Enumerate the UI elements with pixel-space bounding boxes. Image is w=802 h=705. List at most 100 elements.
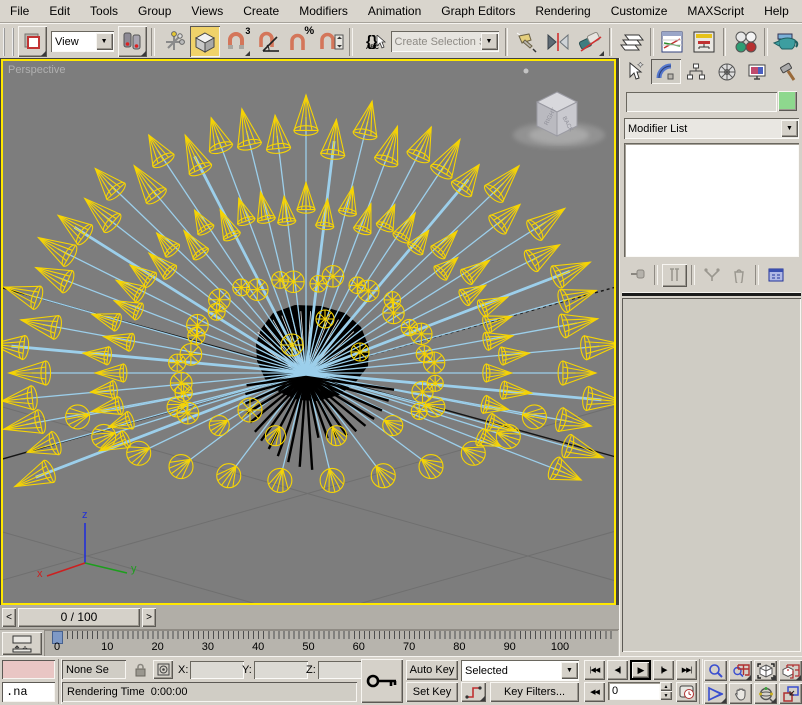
snap-toggle-3d-button[interactable]: 3 <box>222 26 251 57</box>
object-name-field[interactable] <box>626 92 777 112</box>
menu-item-customize[interactable]: Customize <box>601 1 678 22</box>
key-mode-toggle-button[interactable]: ◀◀ <box>584 682 605 702</box>
render-scene-button[interactable] <box>772 26 801 57</box>
select-and-scale-button[interactable] <box>18 26 47 57</box>
key-mode-dropdown[interactable]: Selected ▼ <box>461 660 579 681</box>
next-frame-arrow-button[interactable]: > <box>142 608 156 627</box>
prompt-line: Rendering Time 0:00:00 <box>62 682 357 702</box>
zoom-extents-button[interactable] <box>754 660 777 681</box>
perspective-viewport[interactable]: RIGHTBACKzxy Perspective <box>1 59 616 605</box>
menu-item-tools[interactable]: Tools <box>80 1 128 22</box>
svg-text:z: z <box>82 509 88 521</box>
x-coordinate-group: X: <box>178 660 244 679</box>
reference-coordinate-system-dropdown[interactable]: View ▼ <box>51 31 114 52</box>
tab-modify[interactable] <box>651 59 682 84</box>
menu-item-file[interactable]: File <box>0 1 39 22</box>
panel-splitter[interactable] <box>622 292 801 296</box>
x-coordinate-field[interactable] <box>190 661 244 679</box>
previous-frame-button[interactable]: ◀|| <box>607 660 628 680</box>
tab-create[interactable] <box>620 59 651 84</box>
y-coordinate-field[interactable] <box>254 661 308 679</box>
frame-spinner[interactable]: ▲ ▼ <box>660 682 672 700</box>
show-end-result-button[interactable] <box>662 264 687 287</box>
absolute-mode-transform-toggle[interactable] <box>153 660 173 679</box>
go-to-end-button[interactable]: ▶▶| <box>676 660 697 680</box>
auto-key-button[interactable]: Auto Key <box>406 660 458 680</box>
set-keys-button[interactable] <box>361 659 403 703</box>
curve-editor-button[interactable] <box>658 26 687 57</box>
default-tangents-button[interactable] <box>461 682 486 702</box>
zoom-extents-all-button[interactable] <box>779 660 802 681</box>
ruler-label-50: 50 <box>302 641 314 653</box>
tab-motion[interactable] <box>712 59 743 84</box>
x-label: X: <box>178 664 188 676</box>
menu-item-modifiers[interactable]: Modifiers <box>289 1 358 22</box>
angle-snap-toggle-button[interactable] <box>253 26 282 57</box>
select-and-manipulate-button[interactable] <box>159 26 188 57</box>
set-key-button[interactable]: Set Key <box>406 682 458 702</box>
tab-hierarchy[interactable] <box>681 59 712 84</box>
snaps-toggle-button[interactable] <box>190 26 219 57</box>
track-bar-ruler[interactable]: 0102030405060708090100 <box>44 630 618 657</box>
key-filters-button[interactable]: Key Filters... <box>490 682 579 702</box>
play-button[interactable]: ▶ <box>630 660 651 680</box>
maxscript-mini-listener[interactable]: .na <box>2 682 55 702</box>
key-mode-value: Selected <box>461 665 561 677</box>
object-color-swatch[interactable] <box>778 91 797 111</box>
menu-item-group[interactable]: Group <box>128 1 181 22</box>
remove-modifier-button[interactable] <box>726 264 751 287</box>
menu-item-create[interactable]: Create <box>233 1 289 22</box>
open-mini-curve-editor-button[interactable] <box>2 632 42 655</box>
menu-item-help[interactable]: Help <box>754 1 799 22</box>
utilities-tab-icon <box>778 62 798 82</box>
time-configuration-button[interactable] <box>676 682 697 702</box>
time-slider-handle[interactable]: 0 / 100 <box>18 608 140 627</box>
make-unique-button[interactable] <box>699 264 724 287</box>
zoom-all-button[interactable] <box>729 660 752 681</box>
field-of-view-button[interactable] <box>704 683 727 704</box>
zoom-button[interactable] <box>704 660 727 681</box>
min-max-toggle-button[interactable] <box>779 683 802 704</box>
spinner-up-icon[interactable]: ▲ <box>660 682 672 691</box>
configure-modifier-sets-button[interactable] <box>763 264 788 287</box>
menu-item-maxscript[interactable]: MAXScript <box>677 1 754 22</box>
3ds-max-window: FileEditToolsGroupViewsCreateModifiersAn… <box>0 0 802 705</box>
named-selection-set-dropdown[interactable]: Create Selection Set ▼ <box>391 31 499 52</box>
maxscript-mini-listener-macro[interactable] <box>2 660 55 679</box>
percent-snap-toggle-button[interactable]: % <box>284 26 313 57</box>
layer-manager-button[interactable] <box>616 26 645 57</box>
mirror-button[interactable] <box>544 26 573 57</box>
menu-item-edit[interactable]: Edit <box>39 1 80 22</box>
material-editor-button[interactable] <box>730 26 759 57</box>
pin-stack-button[interactable] <box>625 264 650 287</box>
place-highlight-button[interactable] <box>512 26 541 57</box>
modifier-stack-list[interactable] <box>624 143 799 257</box>
current-frame-field[interactable]: 0 <box>608 682 660 700</box>
magnet-spinner-icon <box>318 29 344 55</box>
tab-utilities[interactable] <box>773 59 802 84</box>
align-button[interactable] <box>575 26 604 57</box>
modifier-list-dropdown[interactable]: Modifier List ▼ <box>624 118 799 139</box>
menu-item-views[interactable]: Views <box>181 1 233 22</box>
go-to-start-button[interactable]: |◀◀ <box>584 660 605 680</box>
selection-lock-toggle[interactable] <box>130 660 150 679</box>
pan-button[interactable] <box>729 683 752 704</box>
menu-item-rendering[interactable]: Rendering <box>525 1 600 22</box>
use-pivot-point-center-button[interactable] <box>118 26 147 57</box>
spinner-snap-toggle-button[interactable] <box>316 26 345 57</box>
menu-item-animation[interactable]: Animation <box>358 1 431 22</box>
rollout-area[interactable] <box>622 298 801 652</box>
ruler-label-10: 10 <box>101 641 113 653</box>
spinner-down-icon[interactable]: ▼ <box>660 691 672 700</box>
menu-item-graph-editors[interactable]: Graph Editors <box>431 1 525 22</box>
toolbar-grip[interactable] <box>3 28 14 56</box>
scene-canvas[interactable]: RIGHTBACKzxy <box>3 61 614 603</box>
make-unique-icon <box>703 267 721 283</box>
arc-rotate-button[interactable] <box>754 683 777 704</box>
previous-frame-arrow-button[interactable]: < <box>2 608 16 627</box>
next-frame-button[interactable]: ||▶ <box>653 660 674 680</box>
schematic-view-button[interactable] <box>689 26 718 57</box>
tab-display[interactable] <box>742 59 773 84</box>
edit-named-selection-sets-button[interactable]: {} ABC <box>357 26 386 57</box>
viewport-label[interactable]: Perspective <box>8 64 65 76</box>
